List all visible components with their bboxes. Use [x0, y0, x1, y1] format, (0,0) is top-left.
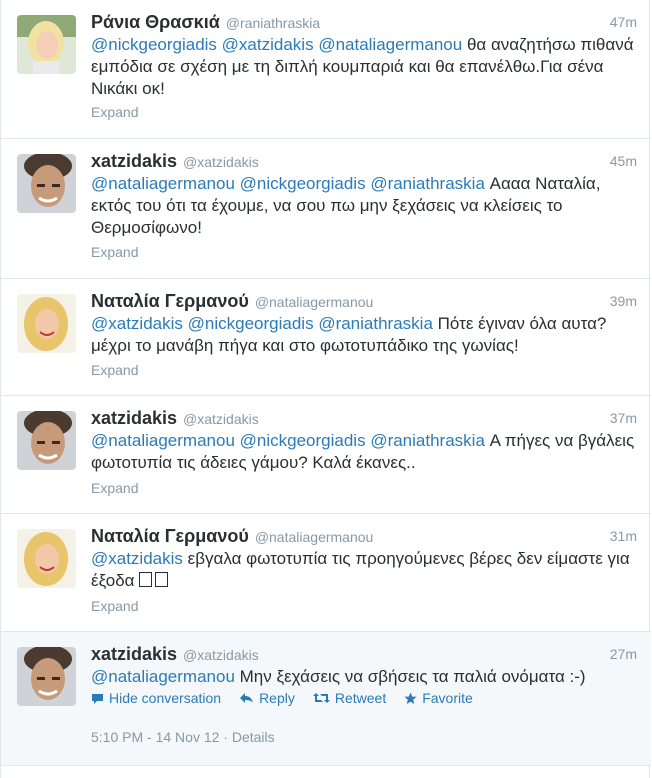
tweet-expanded[interactable]: xatzidakis @xatzidakis 27m @nataliagerman… — [1, 632, 651, 766]
expand-link[interactable]: Expand — [91, 244, 138, 260]
tweet-header: Ράνια Θρασκιά @raniathraskia 47m — [91, 12, 637, 36]
avatar[interactable] — [17, 647, 76, 706]
tweet-time[interactable]: 37m — [610, 410, 637, 426]
tweet[interactable]: xatzidakis @xatzidakis 45m @nataliagerman… — [1, 139, 651, 279]
author-name[interactable]: xatzidakis — [91, 644, 177, 664]
missing-glyph-icon — [139, 572, 153, 587]
mention-link[interactable]: @nataliagermanou — [91, 667, 235, 686]
meta-separator: · — [223, 729, 228, 745]
author-name[interactable]: Ναταλία Γερμανού — [91, 291, 249, 311]
mention-link[interactable]: @nickgeorgiadis — [240, 431, 366, 450]
mention-link[interactable]: @nickgeorgiadis — [91, 35, 217, 54]
author-name[interactable]: xatzidakis — [91, 408, 177, 428]
avatar[interactable] — [17, 154, 76, 213]
tweet-text: @xatzidakis εβγαλα φωτοτυπία τις προηγού… — [91, 548, 639, 592]
avatar[interactable] — [17, 411, 76, 470]
tweet-meta: 5:10 PM - 14 Nov 12 · Details — [91, 729, 275, 745]
mention-link[interactable]: @raniathraskia — [318, 314, 433, 333]
avatar[interactable] — [17, 294, 76, 353]
details-link[interactable]: Details — [232, 729, 275, 745]
mention-link[interactable]: @nataliagermanou — [91, 431, 235, 450]
hide-conversation-button[interactable]: Hide conversation — [91, 690, 221, 706]
tweet-time[interactable]: 39m — [610, 293, 637, 309]
retweet-icon — [312, 693, 330, 703]
author-handle[interactable]: @xatzidakis — [183, 411, 259, 427]
expand-link[interactable]: Expand — [91, 104, 138, 120]
mention-link[interactable]: @nataliagermanou — [318, 35, 462, 54]
reply-label: Reply — [259, 690, 295, 706]
speech-bubble-icon — [92, 693, 103, 704]
hide-conversation-label: Hide conversation — [109, 690, 222, 706]
avatar[interactable] — [17, 15, 76, 74]
mention-link[interactable]: @raniathraskia — [370, 174, 485, 193]
tweet-actions: Hide conversation Reply Retweet Favorite — [91, 690, 473, 706]
author-name[interactable]: Ναταλία Γερμανού — [91, 526, 249, 546]
retweet-button[interactable]: Retweet — [312, 690, 387, 706]
expand-link[interactable]: Expand — [91, 362, 138, 378]
author-handle[interactable]: @xatzidakis — [183, 647, 259, 663]
author-name[interactable]: Ράνια Θρασκιά — [91, 12, 220, 32]
tweet-header: xatzidakis @xatzidakis 45m — [91, 151, 637, 175]
tweet-text: @xatzidakis @nickgeorgiadis @raniathrask… — [91, 313, 639, 357]
tweet[interactable]: Ράνια Θρασκιά @raniathraskia 47m @nickgeo… — [1, 0, 651, 139]
avatar[interactable] — [17, 529, 76, 588]
mention-link[interactable]: @xatzidakis — [222, 35, 314, 54]
tweet[interactable]: xatzidakis @xatzidakis 37m @nataliagerman… — [1, 396, 651, 514]
author-handle[interactable]: @xatzidakis — [183, 154, 259, 170]
tweet-time[interactable]: 27m — [610, 646, 637, 662]
tweet-text: @nickgeorgiadis @xatzidakis @nataliagerm… — [91, 34, 639, 100]
star-icon — [404, 692, 417, 704]
expand-link[interactable]: Expand — [91, 598, 138, 614]
expand-link[interactable]: Expand — [91, 480, 138, 496]
tweet-time[interactable]: 47m — [610, 14, 637, 30]
tweet-header: xatzidakis @xatzidakis 27m — [91, 644, 637, 668]
mention-link[interactable]: @xatzidakis — [91, 549, 183, 568]
tweet-text: @nataliagermanou Μην ξεχάσεις να σβήσεις… — [91, 666, 639, 688]
tweet[interactable]: Ναταλία Γερμανού @nataliagermanou 31m @xa… — [1, 514, 651, 632]
tweet[interactable]: Ναταλία Γερμανού @nataliagermanou 39m @xa… — [1, 279, 651, 396]
tweet-header: Ναταλία Γερμανού @nataliagermanou 39m — [91, 291, 637, 315]
favorite-button[interactable]: Favorite — [404, 690, 473, 706]
mention-link[interactable]: @raniathraskia — [370, 431, 485, 450]
reply-button[interactable]: Reply — [239, 690, 295, 706]
author-handle[interactable]: @nataliagermanou — [255, 529, 374, 545]
tweet-time[interactable]: 31m — [610, 528, 637, 544]
tweet-text: @nataliagermanou @nickgeorgiadis @raniat… — [91, 173, 639, 239]
tweet-header: Ναταλία Γερμανού @nataliagermanou 31m — [91, 526, 637, 550]
mention-link[interactable]: @nickgeorgiadis — [240, 174, 366, 193]
reply-arrow-icon — [240, 693, 254, 703]
mention-link[interactable]: @xatzidakis — [91, 314, 183, 333]
mention-link[interactable]: @nataliagermanou — [91, 174, 235, 193]
mention-link[interactable]: @nickgeorgiadis — [188, 314, 314, 333]
tweet-timestamp[interactable]: 5:10 PM - 14 Nov 12 — [91, 729, 219, 745]
author-name[interactable]: xatzidakis — [91, 151, 177, 171]
author-handle[interactable]: @nataliagermanou — [255, 294, 374, 310]
tweet-text: @nataliagermanou @nickgeorgiadis @raniat… — [91, 430, 639, 474]
tweet-header: xatzidakis @xatzidakis 37m — [91, 408, 637, 432]
author-handle[interactable]: @raniathraskia — [226, 15, 320, 31]
timeline: Ράνια Θρασκιά @raniathraskia 47m @nickgeo… — [0, 0, 651, 778]
tweet-body: Μην ξεχάσεις να σβήσεις τα παλιά ονόματα… — [239, 667, 586, 686]
tweet-time[interactable]: 45m — [610, 153, 637, 169]
favorite-label: Favorite — [422, 690, 473, 706]
missing-glyph-icon — [155, 572, 169, 587]
retweet-label: Retweet — [334, 690, 387, 706]
